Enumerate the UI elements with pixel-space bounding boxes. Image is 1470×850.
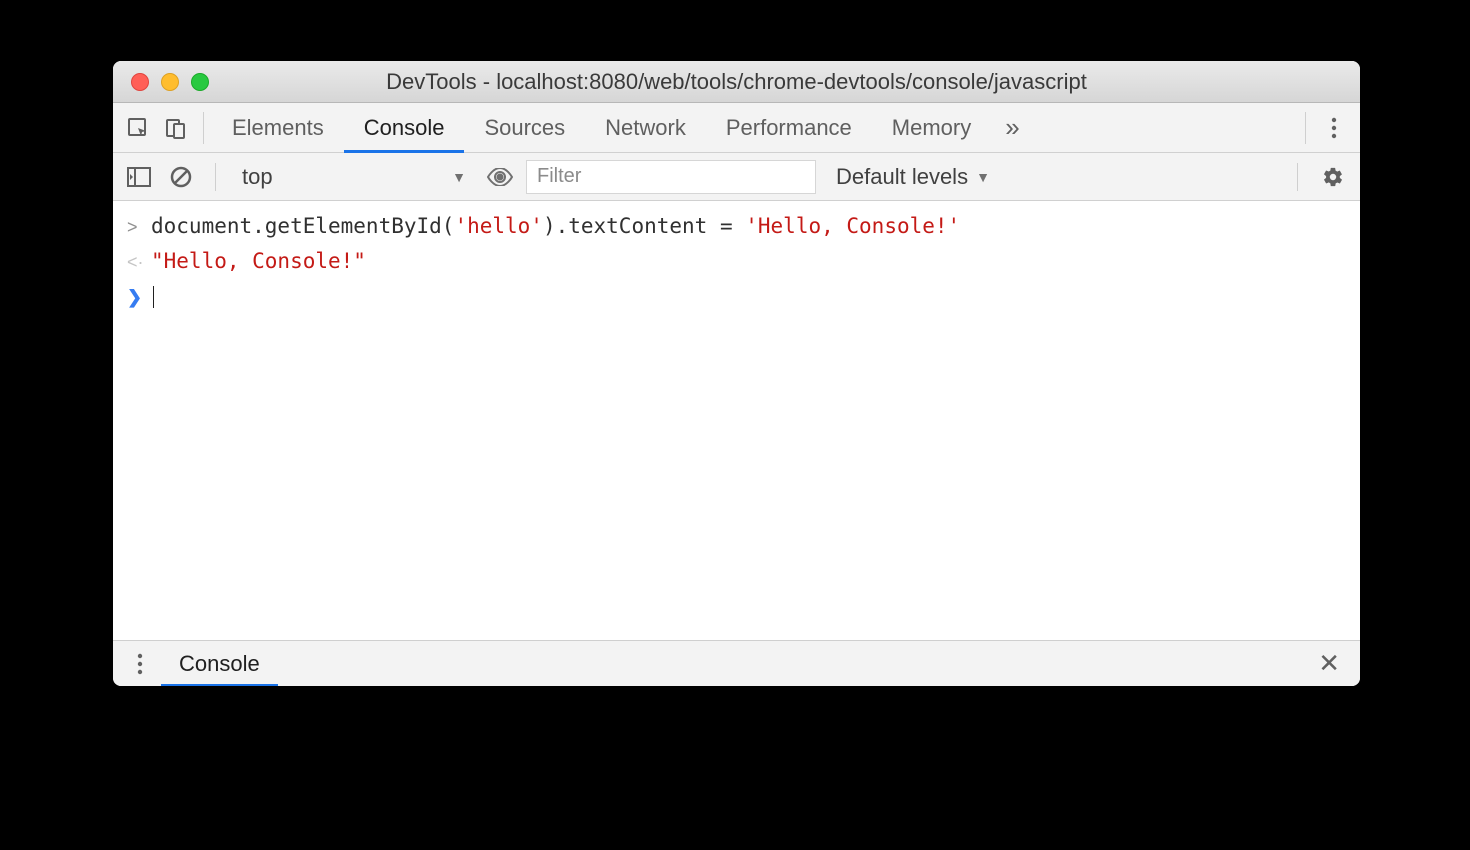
drawer-tab-label: Console bbox=[179, 651, 260, 677]
tab-elements[interactable]: Elements bbox=[212, 103, 344, 153]
console-input-row: >document.getElementById('hello').textCo… bbox=[113, 209, 1360, 244]
text-cursor bbox=[153, 286, 154, 308]
drawer: Console ✕ bbox=[113, 640, 1360, 686]
traffic-lights bbox=[113, 73, 209, 91]
live-expression-icon[interactable] bbox=[484, 161, 516, 193]
devtools-window: DevTools - localhost:8080/web/tools/chro… bbox=[113, 61, 1360, 686]
drawer-menu-button[interactable] bbox=[123, 641, 157, 687]
divider bbox=[1297, 163, 1298, 191]
main-tabbar: ElementsConsoleSourcesNetworkPerformance… bbox=[113, 103, 1360, 153]
divider bbox=[215, 163, 216, 191]
console-input-content[interactable]: document.getElementById('hello').textCon… bbox=[151, 211, 1346, 241]
console-output[interactable]: >document.getElementById('hello').textCo… bbox=[113, 201, 1360, 640]
input-chevron-icon: > bbox=[127, 211, 151, 242]
console-settings-icon[interactable] bbox=[1316, 160, 1350, 194]
console-output-row: <·"Hello, Console!" bbox=[113, 244, 1360, 279]
prompt-chevron-icon: ❯ bbox=[127, 281, 151, 312]
execution-context-select[interactable]: top ▼ bbox=[234, 162, 474, 192]
console-sidebar-toggle-icon[interactable] bbox=[123, 161, 155, 193]
chevron-down-icon: ▼ bbox=[976, 169, 990, 185]
window-title: DevTools - localhost:8080/web/tools/chro… bbox=[113, 69, 1360, 95]
zoom-window-button[interactable] bbox=[191, 73, 209, 91]
levels-label: Default levels bbox=[836, 164, 968, 190]
tab-network[interactable]: Network bbox=[585, 103, 706, 153]
settings-menu-button[interactable] bbox=[1314, 103, 1354, 153]
close-window-button[interactable] bbox=[131, 73, 149, 91]
minimize-window-button[interactable] bbox=[161, 73, 179, 91]
drawer-tab-console[interactable]: Console bbox=[161, 641, 278, 687]
console-toolbar: top ▼ Default levels ▼ bbox=[113, 153, 1360, 201]
tab-performance[interactable]: Performance bbox=[706, 103, 872, 153]
window-titlebar[interactable]: DevTools - localhost:8080/web/tools/chro… bbox=[113, 61, 1360, 103]
clear-console-icon[interactable] bbox=[165, 161, 197, 193]
output-arrow-icon: <· bbox=[127, 246, 151, 277]
tab-sources[interactable]: Sources bbox=[464, 103, 585, 153]
chevron-down-icon: ▼ bbox=[452, 169, 466, 185]
divider bbox=[203, 112, 204, 144]
log-levels-select[interactable]: Default levels ▼ bbox=[826, 164, 990, 190]
context-label: top bbox=[242, 164, 273, 190]
tab-console[interactable]: Console bbox=[344, 103, 465, 153]
divider bbox=[1305, 112, 1306, 144]
device-toolbar-icon[interactable] bbox=[157, 109, 195, 147]
filter-input[interactable] bbox=[526, 160, 816, 194]
close-drawer-button[interactable]: ✕ bbox=[1308, 648, 1350, 679]
console-prompt[interactable]: ❯ bbox=[113, 279, 1360, 314]
console-output-content[interactable]: "Hello, Console!" bbox=[151, 246, 1346, 276]
more-tabs-button[interactable]: » bbox=[991, 112, 1033, 143]
tab-memory[interactable]: Memory bbox=[872, 103, 991, 153]
inspect-element-icon[interactable] bbox=[119, 109, 157, 147]
